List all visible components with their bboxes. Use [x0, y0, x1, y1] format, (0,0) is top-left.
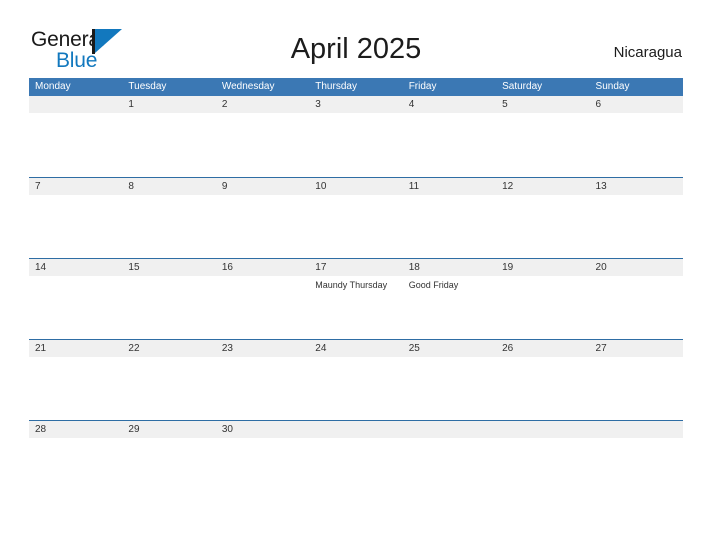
day-cell-empty [496, 421, 589, 501]
day-cell-1[interactable]: 1 [122, 96, 215, 177]
holiday-label: Maundy Thursday [315, 280, 388, 290]
weekday-header-saturday: Saturday [502, 81, 543, 92]
day-number: 17 [315, 262, 327, 273]
day-number: 27 [595, 343, 607, 354]
day-cell-empty [29, 96, 122, 177]
day-number: 18 [408, 262, 420, 273]
day-cell-4[interactable]: 4 [403, 96, 496, 177]
day-number: 28 [35, 424, 47, 435]
day-cell-11[interactable]: 11 [403, 178, 496, 258]
day-number: 21 [35, 343, 47, 354]
day-cell-26[interactable]: 26 [496, 340, 589, 420]
calendar-week-row: 21 22 23 24 25 26 27 [29, 339, 683, 420]
day-cell-empty [309, 421, 402, 501]
calendar-weeks: 1 2 3 4 5 6 7 8 9 10 11 12 13 14 15 16 17 Maundy Thursday… [29, 96, 683, 501]
weekday-header-monday: Monday [35, 81, 71, 92]
calendar-week-row: 1 2 3 4 5 6 [29, 96, 683, 177]
day-number: 9 [221, 181, 228, 192]
day-cell-2[interactable]: 2 [216, 96, 309, 177]
day-cell-7[interactable]: 7 [29, 178, 122, 258]
day-number: 1 [128, 99, 134, 110]
day-cell-29[interactable]: 29 [122, 421, 215, 501]
day-number: 15 [128, 262, 140, 273]
calendar-grid: Monday Tuesday Wednesday Thursday Friday Satu… [29, 78, 683, 501]
day-cell-18[interactable]: 18 Good Friday [403, 259, 496, 339]
day-cell-9[interactable]: 9 [216, 178, 309, 258]
day-events: Good Friday [409, 279, 492, 291]
day-number: 22 [128, 343, 140, 354]
calendar-week-row: 28 29 30 [29, 420, 683, 501]
day-cell-6[interactable]: 6 [590, 96, 683, 177]
day-cell-5[interactable]: 5 [496, 96, 589, 177]
day-number: 25 [408, 343, 420, 354]
day-cell-16[interactable]: 16 [216, 259, 309, 339]
day-number: 30 [221, 424, 233, 435]
day-cell-24[interactable]: 24 [309, 340, 402, 420]
day-number: 14 [35, 262, 47, 273]
calendar-week-row: 14 15 16 17 Maundy Thursday 18 Good Friday 19 20 [29, 258, 683, 339]
day-cell-empty [403, 421, 496, 501]
day-cell-14[interactable]: 14 [29, 259, 122, 339]
day-cell-20[interactable]: 20 [590, 259, 683, 339]
day-number: 3 [315, 99, 321, 110]
day-number: 5 [502, 99, 508, 110]
page-title: April 2025 [290, 33, 422, 65]
day-cell-15[interactable]: 15 [122, 259, 215, 339]
weekday-header-friday: Friday [408, 81, 437, 92]
country-label: Nicaragua [613, 44, 682, 61]
day-cell-23[interactable]: 23 [216, 340, 309, 420]
day-cell-12[interactable]: 12 [496, 178, 589, 258]
weekday-header-tuesday: Tuesday [128, 81, 167, 92]
day-cell-empty [590, 421, 683, 501]
day-number: 16 [221, 262, 233, 273]
day-cell-13[interactable]: 13 [590, 178, 683, 258]
day-cell-17[interactable]: 17 Maundy Thursday [309, 259, 402, 339]
day-cell-3[interactable]: 3 [309, 96, 402, 177]
weekday-header-sunday: Sunday [595, 81, 630, 92]
day-number: 23 [221, 343, 233, 354]
holiday-label: Good Friday [408, 280, 459, 290]
day-number: 6 [595, 99, 602, 110]
day-number: 11 [408, 181, 420, 192]
day-number: 20 [595, 262, 607, 273]
day-number: 24 [315, 343, 327, 354]
day-cell-28[interactable]: 28 [29, 421, 122, 501]
day-number: 29 [128, 424, 140, 435]
day-cell-25[interactable]: 25 [403, 340, 496, 420]
day-number: 13 [595, 181, 607, 192]
day-cell-8[interactable]: 8 [122, 178, 215, 258]
weekday-header-row: Monday Tuesday Wednesday Thursday Friday Satu… [29, 78, 683, 96]
day-number: 4 [408, 99, 415, 110]
day-cell-21[interactable]: 21 [29, 340, 122, 420]
day-cell-10[interactable]: 10 [309, 178, 402, 258]
day-number: 10 [315, 181, 327, 192]
page-header: General Blue April 2025 Nicaragua [0, 0, 712, 78]
day-number: 19 [502, 262, 514, 273]
day-cell-22[interactable]: 22 [122, 340, 215, 420]
day-number: 8 [128, 181, 134, 192]
weekday-header-wednesday: Wednesday [221, 81, 275, 92]
weekday-header-thursday: Thursday [315, 81, 357, 92]
calendar-page: General Blue April 2025 Nicaragua Monday… [0, 0, 712, 550]
day-cell-27[interactable]: 27 [590, 340, 683, 420]
day-cell-19[interactable]: 19 [496, 259, 589, 339]
day-number: 12 [502, 181, 514, 192]
day-cell-30[interactable]: 30 [216, 421, 309, 501]
day-number: 26 [502, 343, 514, 354]
day-events: Maundy Thursday [315, 279, 398, 291]
calendar-week-row: 7 8 9 10 11 12 13 [29, 177, 683, 258]
day-number: 2 [221, 99, 228, 110]
day-number: 7 [35, 181, 41, 192]
